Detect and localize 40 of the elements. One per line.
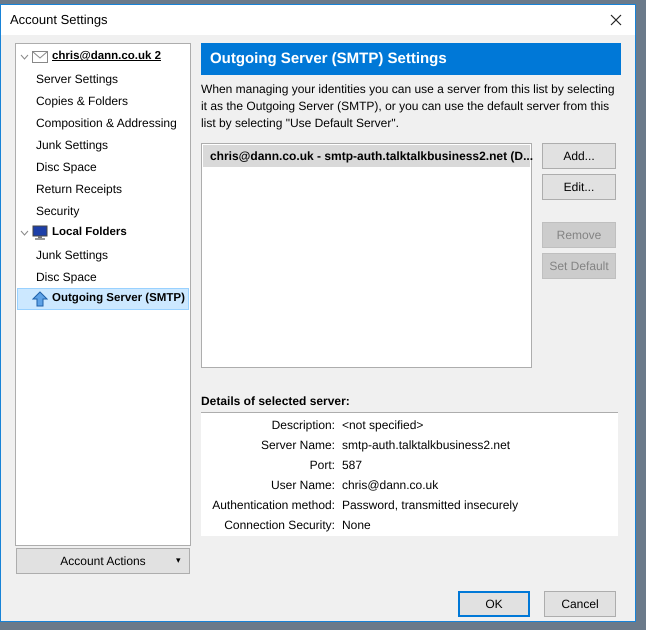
detail-value: 587 — [342, 457, 362, 474]
dialog-button[interactable]: Cancel — [544, 591, 616, 617]
close-icon — [610, 14, 622, 26]
detail-label: Authentication method: — [211, 497, 335, 514]
tree-item[interactable]: Junk Settings — [17, 134, 189, 156]
detail-value: <not specified> — [342, 417, 424, 434]
tree-item[interactable]: Return Receipts — [17, 178, 189, 200]
window-title: Account Settings — [10, 11, 108, 30]
tree-item[interactable]: Server Settings — [17, 68, 189, 90]
envelope-icon — [32, 51, 48, 63]
tree-item[interactable]: Disc Space — [17, 156, 189, 178]
dialog-button[interactable]: OK — [458, 591, 530, 617]
server-action-button[interactable]: Edit... — [542, 174, 616, 200]
chevron-down-icon[interactable] — [20, 54, 29, 60]
detail-value: None — [342, 517, 371, 534]
tree-item[interactable]: Composition & Addressing — [17, 112, 189, 134]
tree-item[interactable]: Disc Space — [17, 266, 189, 288]
panel-description: When managing your identities you can use a server from this list by selecting it as the Outgoing Server (SMTP), or you can use the default server from this list by selecting "Use Default Server". — [201, 81, 616, 132]
tree-item[interactable]: chris@dann.co.uk 2 — [17, 46, 189, 68]
panel-header: Outgoing Server (SMTP) Settings — [201, 43, 621, 75]
detail-value: chris@dann.co.uk — [342, 477, 438, 494]
detail-label: Connection Security: — [223, 517, 335, 534]
tree-item[interactable]: Security — [17, 200, 189, 222]
tree-item[interactable]: Junk Settings — [17, 244, 189, 266]
tree-item[interactable]: Outgoing Server (SMTP) — [17, 288, 189, 310]
tree-item[interactable]: Local Folders — [17, 222, 189, 244]
detail-label: Description: — [270, 417, 335, 434]
detail-label: User Name: — [270, 477, 335, 494]
detail-label: Port: — [308, 457, 335, 474]
detail-value: Password, transmitted insecurely — [342, 497, 518, 514]
account-actions-button[interactable]: Account Actions ▾ — [16, 548, 190, 574]
tree-item[interactable]: Copies & Folders — [17, 90, 189, 112]
detail-value: smtp-auth.talktalkbusiness2.net — [342, 437, 510, 454]
chevron-down-icon[interactable] — [20, 230, 29, 236]
server-list-item[interactable]: chris@dann.co.uk - smtp-auth.talktalkbusiness2.net (D... — [203, 145, 530, 167]
upload-arrow-icon — [32, 291, 48, 307]
server-action-button[interactable]: Add... — [542, 143, 616, 169]
details-title: Details of selected server: — [201, 393, 351, 410]
monitor-icon — [32, 225, 48, 241]
detail-label: Server Name: — [260, 437, 335, 454]
